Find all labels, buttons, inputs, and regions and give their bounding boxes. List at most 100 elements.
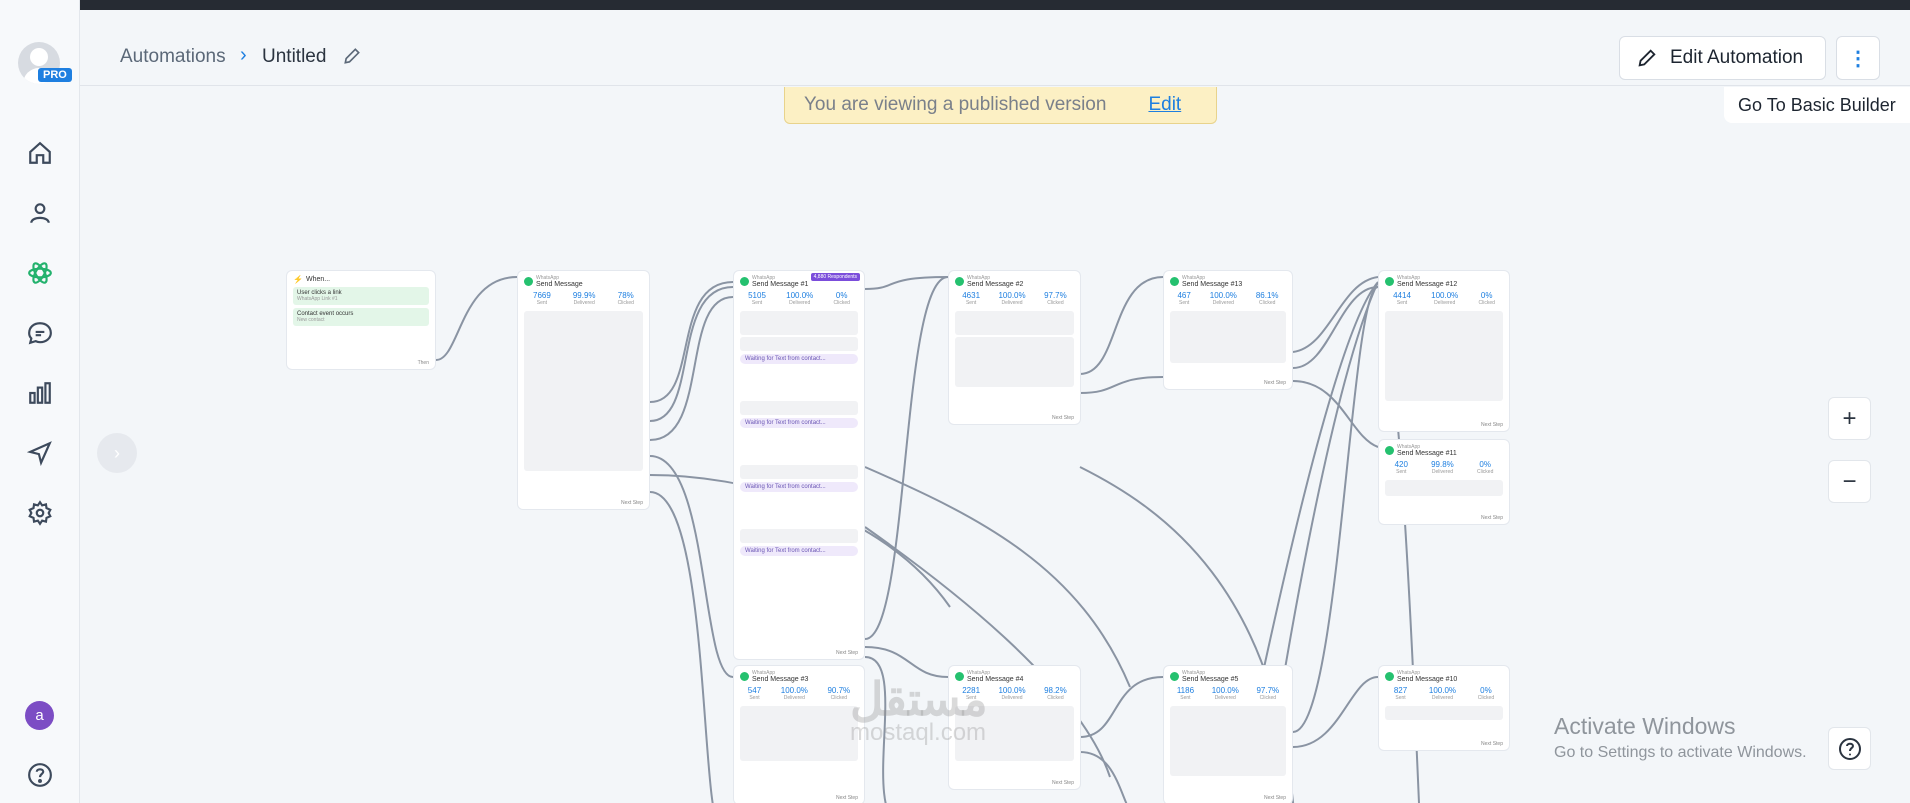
stat-label: Delivered (1212, 300, 1234, 306)
stat-label: Delivered (1434, 300, 1456, 306)
stat-clicked: 0% (835, 291, 848, 300)
trigger-node[interactable]: ⚡ When... User clicks a link WhatsApp Link… (286, 270, 436, 370)
stat-delivered: 100.0% (786, 291, 814, 300)
top-bar (80, 0, 1910, 10)
stat-clicked: 0% (1480, 291, 1493, 300)
node-title: Send Message #11 (1397, 450, 1457, 457)
node-next-step: Next Step (836, 795, 858, 801)
node-next-step: Next Step (1481, 422, 1503, 428)
zoom-in-button[interactable]: + (1828, 397, 1871, 440)
whatsapp-icon (955, 277, 964, 286)
stat-delivered: 99.8% (1431, 460, 1454, 469)
message-body (1385, 480, 1503, 496)
whatsapp-icon (740, 672, 749, 681)
stat-label: Clicked (833, 300, 850, 306)
node-next-step: Next Step (836, 650, 858, 656)
node-next-step: Then (417, 360, 429, 366)
node-title: Send Message #12 (1397, 281, 1458, 288)
message-body (740, 311, 858, 335)
chat-icon[interactable] (24, 317, 56, 349)
stat-clicked: 0% (1479, 460, 1491, 469)
message-node[interactable]: 4,880 Respondents WhatsApp Send Message #… (733, 270, 865, 660)
node-title: Send Message #10 (1397, 676, 1458, 683)
edit-automation-button[interactable]: Edit Automation (1619, 36, 1826, 80)
pro-badge: PRO (38, 68, 72, 82)
home-icon[interactable] (24, 137, 56, 169)
stat-delivered: 100.0% (1211, 686, 1239, 695)
stat-delivered: 100.0% (1428, 686, 1457, 695)
zoom-out-button[interactable]: − (1828, 460, 1871, 503)
node-next-step: Next Step (621, 500, 643, 506)
stat-sent: 420 (1394, 460, 1408, 469)
stat-label: Sent (965, 300, 977, 306)
help-icon[interactable] (24, 759, 56, 791)
whatsapp-icon (1385, 277, 1394, 286)
banner-text: You are viewing a published version (804, 94, 1107, 115)
stat-clicked: 97.7% (1256, 686, 1280, 695)
more-options-button[interactable]: ⋮ (1836, 36, 1880, 80)
node-title: Send Message #1 (752, 281, 809, 288)
trigger-title: When... (305, 276, 331, 283)
stat-label: Clicked (1259, 695, 1277, 701)
stat-label: Clicked (617, 300, 634, 306)
node-next-step: Next Step (1481, 515, 1503, 521)
message-node[interactable]: WhatsApp Send Message #2 4631 Sent 100.0% D… (948, 270, 1081, 425)
trigger-condition[interactable]: User clicks a link WhatsApp Link #1 (293, 287, 429, 305)
stat-sent: 547 (747, 686, 762, 695)
message-body (740, 465, 858, 479)
node-title: Send Message #13 (1182, 281, 1243, 288)
message-node[interactable]: WhatsApp Send Message #12 4414 Sent 100.0%… (1378, 270, 1510, 432)
stat-sent: 467 (1177, 291, 1191, 300)
edit-automation-label: Edit Automation (1670, 47, 1804, 68)
pencil-icon (1638, 49, 1656, 67)
stat-delivered: 100.0% (1431, 291, 1459, 300)
stat-label: Clicked (830, 695, 848, 701)
activation-subtitle: Go to Settings to activate Windows. (1554, 744, 1807, 761)
message-node[interactable]: WhatsApp Send Message #10 827 Sent 100.0% D… (1378, 665, 1510, 751)
stat-label: Delivered (789, 300, 811, 306)
node-title: Send Message (536, 281, 583, 288)
go-to-basic-builder-button[interactable]: Go To Basic Builder (1724, 87, 1910, 123)
message-body (1385, 311, 1503, 401)
broadcast-icon[interactable] (24, 437, 56, 469)
stat-label: Sent (536, 300, 548, 306)
stat-clicked: 90.7% (827, 686, 851, 695)
stat-label: Delivered (1431, 695, 1454, 701)
whatsapp-icon (1385, 446, 1394, 455)
stat-label: Sent (1396, 469, 1407, 475)
stat-label: Delivered (1001, 300, 1023, 306)
contacts-icon[interactable] (24, 197, 56, 229)
user-avatar[interactable]: a (25, 701, 54, 730)
settings-icon[interactable] (24, 497, 56, 529)
stat-sent: 4631 (962, 291, 981, 300)
stat-label: Sent (1395, 695, 1406, 701)
breadcrumb-automations[interactable]: Automations (120, 46, 226, 68)
message-body (740, 706, 858, 761)
trigger-condition[interactable]: Contact event occurs New contact (293, 308, 429, 326)
stat-sent: 1186 (1176, 686, 1195, 695)
node-next-step: Next Step (1481, 741, 1503, 747)
automations-icon[interactable] (24, 257, 56, 289)
node-next-step: Next Step (1052, 780, 1074, 786)
message-node[interactable]: WhatsApp Send Message #3 547 Sent 100.0% De… (733, 665, 865, 803)
message-node[interactable]: WhatsApp Send Message #11 420 Sent 99.8% De… (1378, 439, 1510, 525)
sidebar: PRO a (0, 0, 80, 803)
node-next-step: Next Step (1264, 380, 1286, 386)
reports-icon[interactable] (24, 377, 56, 409)
flow-canvas[interactable]: You are viewing a published version Edit… (80, 87, 1910, 803)
message-node[interactable]: WhatsApp Send Message 7669 Sent 99.9% Deliv… (517, 270, 650, 510)
message-node[interactable]: WhatsApp Send Message #13 467 Sent 100.0% D… (1163, 270, 1293, 390)
automation-title: Untitled (262, 46, 327, 67)
stat-delivered: 100.0% (998, 686, 1026, 695)
respondents-badge: 4,880 Respondents (810, 273, 860, 281)
stat-clicked: 0% (1480, 686, 1492, 695)
rename-pencil-icon[interactable] (342, 46, 362, 66)
trigger-sublabel: WhatsApp Link #1 (297, 296, 338, 302)
message-body (740, 337, 858, 351)
banner-edit-link[interactable]: Edit (1148, 94, 1181, 116)
wait-for-reply: Waiting for Text from contact... (740, 418, 858, 428)
stat-label: Sent (1179, 300, 1190, 306)
message-node[interactable]: WhatsApp Send Message #5 1186 Sent 100.0% D… (1163, 665, 1293, 803)
canvas-help-button[interactable] (1828, 727, 1871, 770)
expand-panel-button[interactable]: › (97, 433, 137, 473)
